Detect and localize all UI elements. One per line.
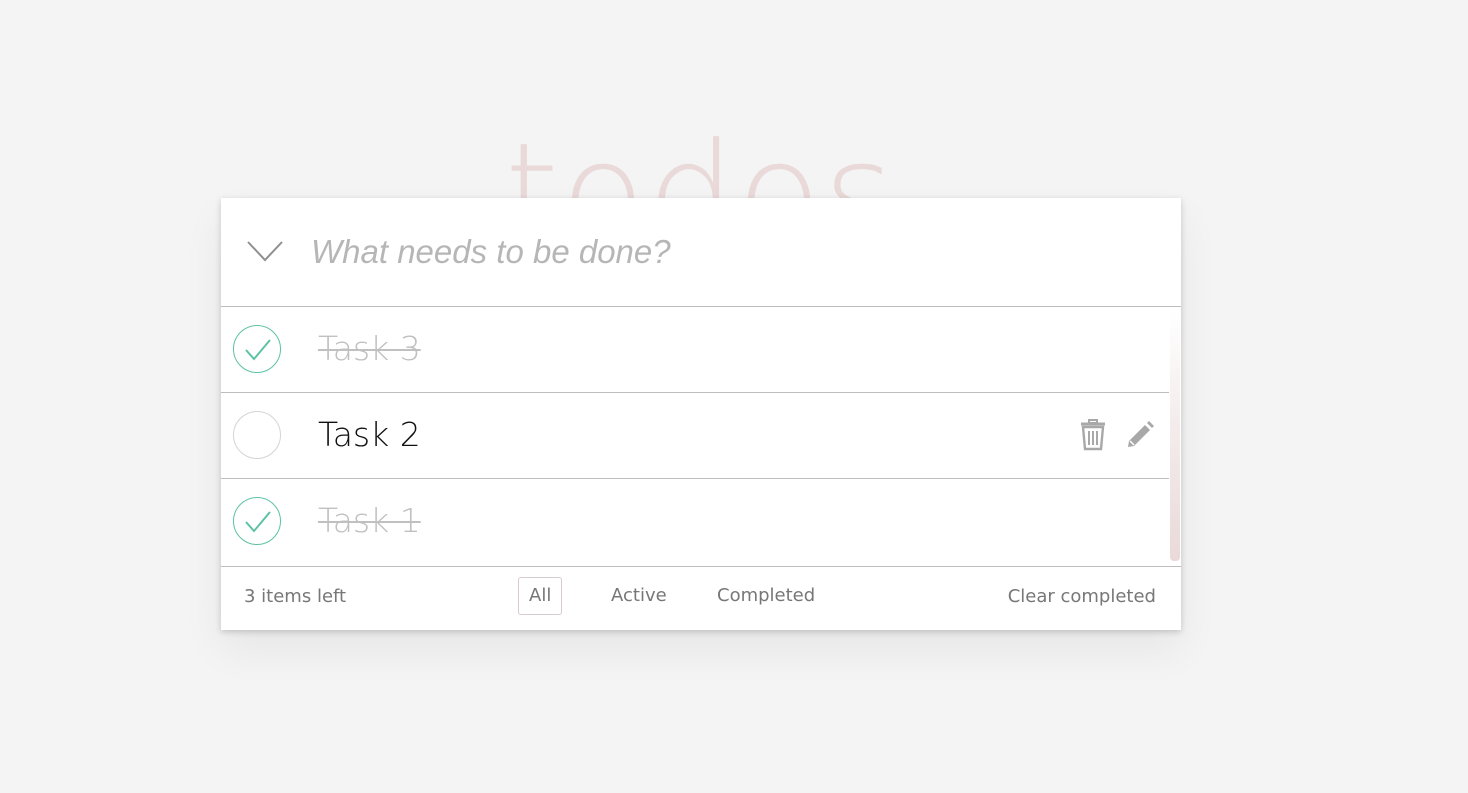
filter-all[interactable]: All bbox=[518, 577, 563, 615]
clear-completed-button[interactable]: Clear completed bbox=[1008, 586, 1156, 607]
todo-checkbox[interactable] bbox=[233, 497, 281, 545]
checkmark-icon bbox=[245, 511, 271, 533]
filter-active[interactable]: Active bbox=[600, 577, 678, 615]
todo-checkbox[interactable] bbox=[233, 325, 281, 373]
checkmark-icon bbox=[245, 339, 271, 361]
todo-item: Task 3 bbox=[221, 307, 1169, 393]
filter-completed[interactable]: Completed bbox=[706, 577, 826, 615]
items-left-count: 3 items left bbox=[244, 586, 347, 607]
todo-list: Task 3 Task 2 Task 1 bbox=[221, 307, 1181, 565]
scrollbar-thumb[interactable] bbox=[1170, 311, 1180, 561]
todo-app: Task 3 Task 2 bbox=[221, 198, 1181, 630]
todo-footer: 3 items left All Active Completed Clear … bbox=[221, 566, 1181, 630]
todo-label[interactable]: Task 1 bbox=[318, 499, 421, 543]
todo-header bbox=[221, 198, 1181, 307]
todo-label[interactable]: Task 2 bbox=[318, 413, 421, 457]
list-scrollbar[interactable] bbox=[1169, 307, 1181, 564]
delete-trash-icon[interactable] bbox=[1078, 419, 1108, 451]
todo-item: Task 2 bbox=[221, 393, 1169, 479]
toggle-all-chevron-down-icon[interactable] bbox=[245, 236, 285, 266]
todo-label[interactable]: Task 3 bbox=[318, 327, 421, 371]
edit-pencil-icon[interactable] bbox=[1125, 420, 1155, 450]
new-todo-input[interactable] bbox=[311, 222, 1151, 282]
todo-item: Task 1 bbox=[221, 479, 1169, 565]
todo-checkbox[interactable] bbox=[233, 411, 281, 459]
